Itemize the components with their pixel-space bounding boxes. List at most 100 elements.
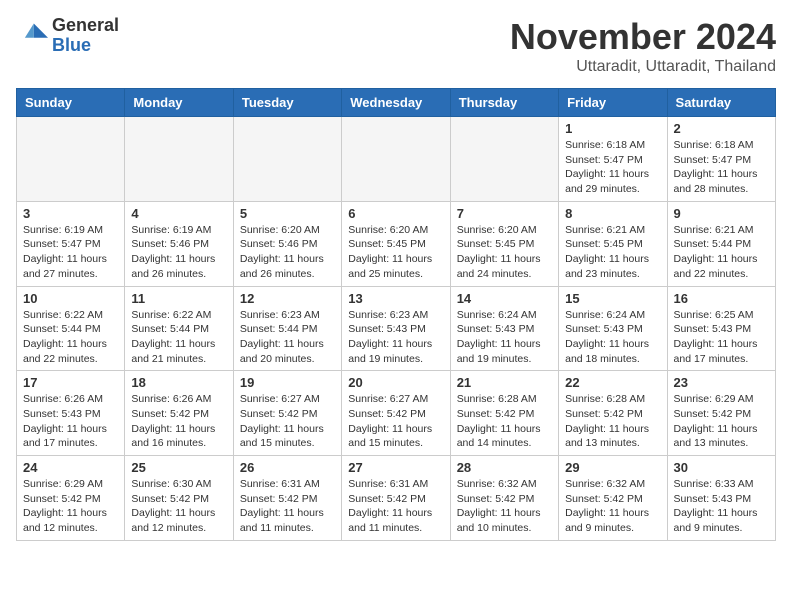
day-cell: 23 Sunrise: 6:29 AM Sunset: 5:42 PM Dayli…	[667, 371, 775, 456]
title-block: November 2024 Uttaradit, Uttaradit, Thai…	[510, 16, 776, 76]
day-cell: 2 Sunrise: 6:18 AM Sunset: 5:47 PM Daylig…	[667, 117, 775, 202]
day-info: Sunrise: 6:28 AM Sunset: 5:42 PM Dayligh…	[457, 392, 552, 451]
day-number: 23	[674, 375, 769, 390]
day-cell: 9 Sunrise: 6:21 AM Sunset: 5:44 PM Daylig…	[667, 201, 775, 286]
week-row-1: 1 Sunrise: 6:18 AM Sunset: 5:47 PM Daylig…	[17, 117, 776, 202]
day-info: Sunrise: 6:19 AM Sunset: 5:47 PM Dayligh…	[23, 223, 118, 282]
day-number: 8	[565, 206, 660, 221]
day-cell: 4 Sunrise: 6:19 AM Sunset: 5:46 PM Daylig…	[125, 201, 233, 286]
day-cell: 16Sunrise: 6:25 AM Sunset: 5:43 PM Dayli…	[667, 286, 775, 371]
day-info: Sunrise: 6:22 AM Sunset: 5:44 PM Dayligh…	[23, 308, 118, 367]
day-info: Sunrise: 6:18 AM Sunset: 5:47 PM Dayligh…	[565, 138, 660, 197]
day-cell	[450, 117, 558, 202]
day-number: 5	[240, 206, 335, 221]
day-cell: 21 Sunrise: 6:28 AM Sunset: 5:42 PM Dayli…	[450, 371, 558, 456]
week-row-4: 17 Sunrise: 6:26 AM Sunset: 5:43 PM Dayli…	[17, 371, 776, 456]
day-info: Sunrise: 6:33 AM Sunset: 5:43 PM Dayligh…	[674, 477, 769, 536]
day-cell: 29Sunrise: 6:32 AM Sunset: 5:42 PM Dayli…	[559, 456, 667, 541]
day-cell: 3 Sunrise: 6:19 AM Sunset: 5:47 PM Daylig…	[17, 201, 125, 286]
day-info: Sunrise: 6:27 AM Sunset: 5:42 PM Dayligh…	[240, 392, 335, 451]
day-info: Sunrise: 6:30 AM Sunset: 5:42 PM Dayligh…	[131, 477, 226, 536]
day-cell: 20Sunrise: 6:27 AM Sunset: 5:42 PM Dayli…	[342, 371, 450, 456]
page-header: General Blue November 2024 Uttaradit, Ut…	[16, 16, 776, 76]
day-info: Sunrise: 6:23 AM Sunset: 5:43 PM Dayligh…	[348, 308, 443, 367]
day-cell: 28Sunrise: 6:32 AM Sunset: 5:42 PM Dayli…	[450, 456, 558, 541]
day-cell: 22Sunrise: 6:28 AM Sunset: 5:42 PM Dayli…	[559, 371, 667, 456]
day-cell: 25 Sunrise: 6:30 AM Sunset: 5:42 PM Dayli…	[125, 456, 233, 541]
day-number: 12	[240, 291, 335, 306]
day-info: Sunrise: 6:29 AM Sunset: 5:42 PM Dayligh…	[674, 392, 769, 451]
day-cell: 26Sunrise: 6:31 AM Sunset: 5:42 PM Dayli…	[233, 456, 341, 541]
day-info: Sunrise: 6:22 AM Sunset: 5:44 PM Dayligh…	[131, 308, 226, 367]
day-cell: 19 Sunrise: 6:27 AM Sunset: 5:42 PM Dayli…	[233, 371, 341, 456]
day-number: 25	[131, 460, 226, 475]
day-number: 2	[674, 121, 769, 136]
day-info: Sunrise: 6:24 AM Sunset: 5:43 PM Dayligh…	[457, 308, 552, 367]
day-cell: 14 Sunrise: 6:24 AM Sunset: 5:43 PM Dayli…	[450, 286, 558, 371]
day-cell: 7 Sunrise: 6:20 AM Sunset: 5:45 PM Daylig…	[450, 201, 558, 286]
day-cell: 10 Sunrise: 6:22 AM Sunset: 5:44 PM Dayli…	[17, 286, 125, 371]
day-number: 21	[457, 375, 552, 390]
day-cell	[17, 117, 125, 202]
day-number: 3	[23, 206, 118, 221]
day-cell: 27 Sunrise: 6:31 AM Sunset: 5:42 PM Dayli…	[342, 456, 450, 541]
day-info: Sunrise: 6:20 AM Sunset: 5:45 PM Dayligh…	[457, 223, 552, 282]
day-cell: 17 Sunrise: 6:26 AM Sunset: 5:43 PM Dayli…	[17, 371, 125, 456]
day-number: 14	[457, 291, 552, 306]
weekday-header-saturday: Saturday	[667, 89, 775, 117]
day-number: 4	[131, 206, 226, 221]
weekday-header-friday: Friday	[559, 89, 667, 117]
day-number: 1	[565, 121, 660, 136]
weekday-header-row: SundayMondayTuesdayWednesdayThursdayFrid…	[17, 89, 776, 117]
day-info: Sunrise: 6:18 AM Sunset: 5:47 PM Dayligh…	[674, 138, 769, 197]
day-number: 19	[240, 375, 335, 390]
day-info: Sunrise: 6:24 AM Sunset: 5:43 PM Dayligh…	[565, 308, 660, 367]
day-number: 15	[565, 291, 660, 306]
day-number: 11	[131, 291, 226, 306]
day-cell: 15 Sunrise: 6:24 AM Sunset: 5:43 PM Dayli…	[559, 286, 667, 371]
day-info: Sunrise: 6:26 AM Sunset: 5:42 PM Dayligh…	[131, 392, 226, 451]
day-info: Sunrise: 6:32 AM Sunset: 5:42 PM Dayligh…	[565, 477, 660, 536]
logo-general: General	[52, 16, 119, 36]
day-cell: 13 Sunrise: 6:23 AM Sunset: 5:43 PM Dayli…	[342, 286, 450, 371]
day-info: Sunrise: 6:28 AM Sunset: 5:42 PM Dayligh…	[565, 392, 660, 451]
day-number: 6	[348, 206, 443, 221]
day-number: 27	[348, 460, 443, 475]
week-row-3: 10 Sunrise: 6:22 AM Sunset: 5:44 PM Dayli…	[17, 286, 776, 371]
day-cell: 30Sunrise: 6:33 AM Sunset: 5:43 PM Dayli…	[667, 456, 775, 541]
day-number: 16	[674, 291, 769, 306]
day-info: Sunrise: 6:20 AM Sunset: 5:45 PM Dayligh…	[348, 223, 443, 282]
logo: General Blue	[16, 16, 119, 56]
month-title: November 2024	[510, 16, 776, 58]
logo-blue: Blue	[52, 36, 119, 56]
week-row-2: 3 Sunrise: 6:19 AM Sunset: 5:47 PM Daylig…	[17, 201, 776, 286]
weekday-header-sunday: Sunday	[17, 89, 125, 117]
day-cell	[233, 117, 341, 202]
day-number: 28	[457, 460, 552, 475]
day-info: Sunrise: 6:31 AM Sunset: 5:42 PM Dayligh…	[240, 477, 335, 536]
day-info: Sunrise: 6:21 AM Sunset: 5:44 PM Dayligh…	[674, 223, 769, 282]
day-number: 24	[23, 460, 118, 475]
day-cell: 8Sunrise: 6:21 AM Sunset: 5:45 PM Daylig…	[559, 201, 667, 286]
day-number: 7	[457, 206, 552, 221]
day-info: Sunrise: 6:29 AM Sunset: 5:42 PM Dayligh…	[23, 477, 118, 536]
weekday-header-monday: Monday	[125, 89, 233, 117]
day-cell	[125, 117, 233, 202]
calendar: SundayMondayTuesdayWednesdayThursdayFrid…	[16, 88, 776, 541]
day-number: 9	[674, 206, 769, 221]
day-number: 13	[348, 291, 443, 306]
day-info: Sunrise: 6:20 AM Sunset: 5:46 PM Dayligh…	[240, 223, 335, 282]
day-cell: 18Sunrise: 6:26 AM Sunset: 5:42 PM Dayli…	[125, 371, 233, 456]
day-info: Sunrise: 6:31 AM Sunset: 5:42 PM Dayligh…	[348, 477, 443, 536]
location: Uttaradit, Uttaradit, Thailand	[510, 58, 776, 76]
day-number: 17	[23, 375, 118, 390]
day-cell	[342, 117, 450, 202]
weekday-header-wednesday: Wednesday	[342, 89, 450, 117]
weekday-header-tuesday: Tuesday	[233, 89, 341, 117]
day-cell: 5 Sunrise: 6:20 AM Sunset: 5:46 PM Daylig…	[233, 201, 341, 286]
day-number: 10	[23, 291, 118, 306]
day-cell: 11 Sunrise: 6:22 AM Sunset: 5:44 PM Dayli…	[125, 286, 233, 371]
day-info: Sunrise: 6:19 AM Sunset: 5:46 PM Dayligh…	[131, 223, 226, 282]
day-info: Sunrise: 6:26 AM Sunset: 5:43 PM Dayligh…	[23, 392, 118, 451]
logo-icon	[16, 20, 48, 52]
